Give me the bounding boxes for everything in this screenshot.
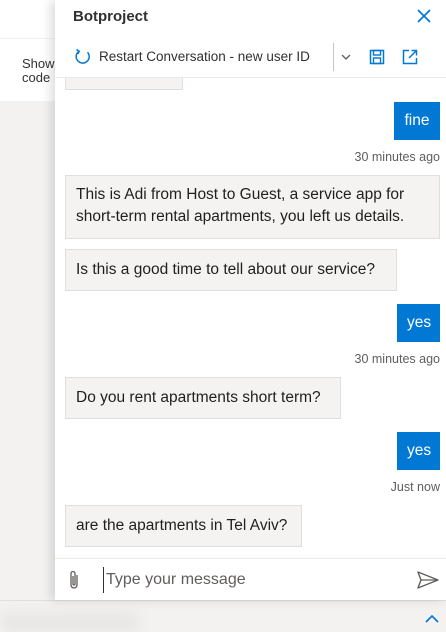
chevron-up-icon[interactable] — [424, 612, 440, 626]
open-external-icon[interactable] — [401, 48, 419, 66]
user-message: yes — [397, 432, 440, 470]
chat-transcript[interactable]: ... fine 30 minutes ago This is Adi from… — [55, 78, 446, 558]
bot-message-partial: ... — [65, 78, 183, 90]
bot-message: are the apartments in Tel Aviv? — [65, 505, 302, 547]
bot-message: Do you rent apartments short term? — [65, 377, 341, 419]
paperclip-icon[interactable] — [67, 569, 81, 591]
user-message: yes — [397, 304, 440, 342]
send-icon[interactable] — [416, 570, 440, 590]
show-code-button[interactable]: Show code — [0, 39, 60, 101]
bot-message: This is Adi from Host to Guest, a servic… — [65, 175, 440, 239]
message-timestamp: 30 minutes ago — [354, 352, 440, 366]
panel-toolbar: Restart Conversation - new user ID — [55, 38, 446, 78]
background-blurred-element — [0, 612, 140, 632]
message-timestamp: 30 minutes ago — [354, 150, 440, 164]
webchat-panel: Botproject Restart Conversation - new us… — [55, 0, 446, 600]
restart-icon[interactable] — [74, 48, 92, 66]
panel-title: Botproject — [73, 8, 148, 25]
bot-message: Is this a good time to tell about our se… — [65, 249, 397, 291]
restart-conversation-button[interactable]: Restart Conversation - new user ID — [99, 49, 310, 64]
chevron-down-icon — [341, 54, 351, 60]
message-timestamp: Just now — [390, 480, 440, 494]
restart-options-dropdown[interactable] — [338, 48, 354, 66]
message-input-bar — [55, 558, 446, 600]
close-button[interactable] — [414, 6, 434, 26]
save-icon[interactable] — [368, 48, 386, 66]
close-icon — [417, 9, 431, 23]
message-input[interactable] — [103, 567, 403, 593]
user-message: fine — [394, 102, 440, 140]
toolbar-divider — [333, 43, 334, 71]
